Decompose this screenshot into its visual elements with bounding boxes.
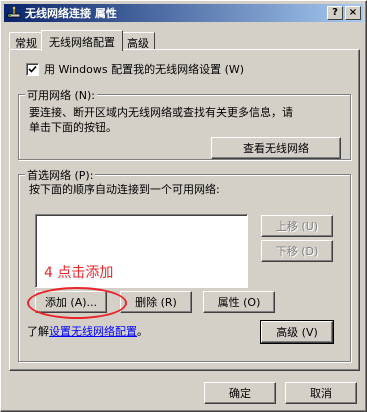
move-up-button[interactable]: 上移 (U) <box>261 215 333 237</box>
window-title: 无线网络连接 属性 <box>25 7 117 20</box>
help-button[interactable]: ? <box>327 6 343 20</box>
tab-wireless-networks[interactable]: 无线网络配置 <box>41 30 123 51</box>
available-networks-line2: 单击下面的按钮。 <box>29 121 117 134</box>
ok-button[interactable]: 确定 <box>204 382 276 404</box>
learn-suffix: 。 <box>137 325 148 338</box>
properties-button[interactable]: 属性 (O) <box>203 291 275 313</box>
remove-button[interactable]: 删除 (R) <box>120 291 192 313</box>
title-bar[interactable]: 无线网络连接 属性 ? × <box>4 4 363 22</box>
cancel-button[interactable]: 取消 <box>285 382 357 404</box>
wireless-config-link[interactable]: 设置无线网络配置 <box>49 325 137 338</box>
use-windows-checkbox[interactable] <box>26 62 39 76</box>
wireless-tab-panel: 用 Windows 配置我的无线网络设置 (W) 可用网络 (N): 要连接、断… <box>9 49 360 371</box>
learn-more-row: 了解设置无线网络配置。 <box>27 323 148 339</box>
move-down-button[interactable]: 下移 (D) <box>261 240 333 262</box>
advanced-button[interactable]: 高级 (V) <box>260 320 334 344</box>
network-icon <box>6 5 22 21</box>
learn-prefix: 了解 <box>27 325 49 338</box>
close-button[interactable]: × <box>345 6 361 20</box>
available-networks-title: 可用网络 (N): <box>25 87 98 103</box>
annotation-click-add: 4 点击添加 <box>44 265 114 281</box>
use-windows-checkbox-row[interactable]: 用 Windows 配置我的无线网络设置 (W) <box>26 61 244 77</box>
available-networks-group: 可用网络 (N): 要连接、断开区域内无线网络或查找有关更多信息，请 单击下面的… <box>18 87 351 160</box>
available-networks-line1: 要连接、断开区域内无线网络或查找有关更多信息，请 <box>29 106 293 119</box>
tab-advanced[interactable]: 高级 <box>121 32 155 50</box>
tab-general[interactable]: 常规 <box>9 32 43 50</box>
preferred-networks-desc: 按下面的顺序自动连接到一个可用网络: <box>29 183 220 196</box>
preferred-networks-title: 首选网络 (P): <box>25 167 96 183</box>
tab-strip: 常规 无线网络配置 高级 <box>9 30 155 51</box>
checkmark-icon <box>28 65 37 73</box>
view-wireless-networks-button[interactable]: 查看无线网络 <box>211 137 341 159</box>
annotation-highlight-circle <box>27 287 127 319</box>
use-windows-label: 用 Windows 配置我的无线网络设置 (W) <box>44 63 245 76</box>
properties-dialog: 无线网络连接 属性 ? × 常规 无线网络配置 高级 用 Windows 配置我… <box>0 0 367 412</box>
